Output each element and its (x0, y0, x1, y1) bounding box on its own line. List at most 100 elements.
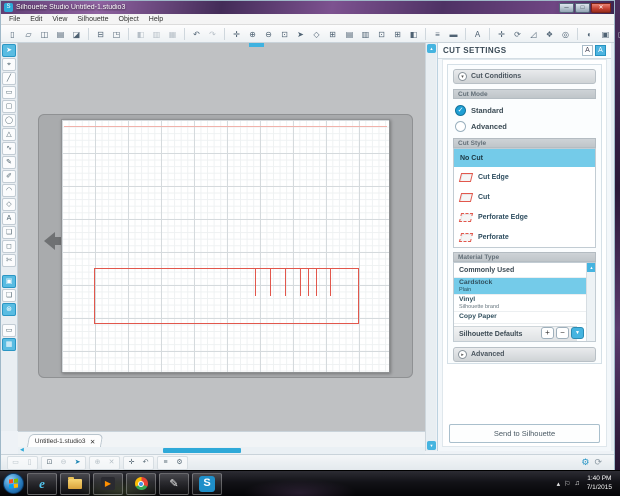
material-commonly-used[interactable]: Commonly Used (454, 263, 586, 278)
cut-mode-option-standard[interactable]: ✓ Standard (455, 102, 594, 118)
start-button[interactable] (3, 473, 24, 494)
radio-unchecked-icon[interactable] (455, 120, 466, 132)
store-view-button-icon[interactable]: ⊛ (2, 303, 16, 316)
text-style-icon[interactable]: A (470, 27, 485, 41)
undo-icon[interactable]: ↶ (189, 27, 204, 41)
save-icon[interactable]: ▤ (53, 27, 68, 41)
fill-style-icon[interactable]: ▬ (446, 27, 461, 41)
menu-file[interactable]: File (4, 16, 25, 23)
zoom-pointer-icon[interactable]: ➤ (71, 457, 84, 469)
menu-help[interactable]: Help (144, 16, 168, 23)
menu-view[interactable]: View (47, 16, 72, 23)
eraser-tool-icon[interactable]: ◻ (2, 240, 16, 253)
knife-tool-icon[interactable]: ✄ (2, 254, 16, 267)
taskbar-chrome[interactable] (126, 472, 156, 495)
taskbar-media-player[interactable]: ▶ (93, 472, 123, 495)
line-style-icon[interactable]: ≡ (430, 27, 445, 41)
print-icon[interactable]: ⊟ (93, 27, 108, 41)
design-page[interactable] (61, 119, 390, 373)
arc-tool-icon[interactable]: ◠ (2, 184, 16, 197)
material-scroll-up-icon[interactable]: ▲ (587, 263, 595, 272)
view-options-icon[interactable]: ⚙ (173, 457, 186, 469)
paste-in-front-icon[interactable]: ▦ (165, 27, 180, 41)
line-tool-icon[interactable]: ╱ (2, 72, 16, 85)
title-bar[interactable]: S Silhouette Studio Untitled-1.studio3 ─… (1, 1, 614, 14)
trace-icon[interactable]: ▣ (598, 27, 613, 41)
pan-icon[interactable]: ✛ (229, 27, 244, 41)
drawn-rectangle[interactable] (94, 268, 359, 324)
taskbar-internet-explorer[interactable]: e (27, 472, 57, 495)
select-tool-icon[interactable]: ➤ (2, 44, 16, 57)
rounded-rectangle-tool-icon[interactable]: ▢ (2, 100, 16, 113)
scroll-left-icon[interactable]: ◀ (20, 447, 24, 454)
fit-to-media-icon[interactable]: ▭ (9, 457, 22, 469)
material-vinyl[interactable]: Vinyl Silhouette brand (454, 295, 586, 313)
regular-polygon-tool-icon[interactable]: ◇ (2, 198, 16, 211)
replicate-icon[interactable]: ◎ (558, 27, 573, 41)
send-to-silhouette-button[interactable]: Send to Silhouette (449, 424, 600, 443)
radio-checked-icon[interactable]: ✓ (455, 104, 466, 116)
redo-icon[interactable]: ↷ (205, 27, 220, 41)
material-copy-paper[interactable]: Copy Paper (454, 312, 586, 324)
rectangle-tool-icon[interactable]: ▭ (2, 86, 16, 99)
scale-icon[interactable]: ◿ (526, 27, 541, 41)
pages-button-icon[interactable]: ▦ (2, 338, 16, 351)
open-document-icon[interactable]: ▱ (21, 27, 36, 41)
cut-mode-option-advanced[interactable]: Advanced (455, 118, 594, 134)
polygon-tool-icon[interactable]: △ (2, 128, 16, 141)
menu-object[interactable]: Object (114, 16, 144, 23)
taskbar-file-explorer[interactable] (60, 472, 90, 495)
line-quality-icon[interactable]: ≡ (159, 457, 172, 469)
design-view-button-icon[interactable]: ▣ (2, 275, 16, 288)
remove-material-button[interactable]: − (556, 327, 569, 339)
registration-marks-icon[interactable]: ⊡ (374, 27, 389, 41)
save-to-library-icon[interactable]: ◪ (69, 27, 84, 41)
tray-show-hidden-icons-icon[interactable]: ▴ (557, 480, 561, 488)
page-margins-icon[interactable]: ▥ (358, 27, 373, 41)
design-page-settings-icon[interactable]: ▤ (342, 27, 357, 41)
material-scroll-down-icon[interactable]: ▼ (571, 327, 584, 339)
scroll-up-icon[interactable]: ▲ (427, 44, 436, 53)
deselect-icon[interactable]: ◇ (309, 27, 324, 41)
advanced-section-header[interactable]: ▸ Advanced (453, 347, 596, 362)
scroll-down-icon[interactable]: ▼ (427, 441, 436, 450)
cut-style-perforate-edge[interactable]: Perforate Edge (454, 207, 595, 227)
cut-style-cut-edge[interactable]: Cut Edge (454, 167, 595, 187)
zoom-out-icon[interactable]: ⊖ (57, 457, 70, 469)
cut-style-cut[interactable]: Cut (454, 187, 595, 207)
zoom-in-icon[interactable]: ⊕ (91, 457, 104, 469)
menu-edit[interactable]: Edit (25, 16, 47, 23)
tab-close-icon[interactable]: ✕ (90, 438, 95, 446)
document-tab[interactable]: Untitled-1.studio3 ✕ (26, 434, 104, 448)
curve-tool-icon[interactable]: ∿ (2, 142, 16, 155)
zoom-out-icon[interactable]: ⊖ (261, 27, 276, 41)
cut-conditions-header[interactable]: ▾ Cut Conditions (453, 69, 596, 84)
fit-to-page-icon[interactable]: ⊞ (325, 27, 340, 41)
grid-settings-icon[interactable]: ⊞ (390, 27, 405, 41)
library-view-button-icon[interactable]: ❏ (2, 289, 16, 302)
offset-icon[interactable]: ▢ (614, 27, 620, 41)
preferences-gear-icon[interactable]: ⚙ (581, 457, 589, 468)
taskbar-silhouette-studio[interactable]: ✎ (159, 472, 189, 495)
add-material-button[interactable]: + (541, 327, 554, 339)
cut-style-no-cut[interactable]: No Cut (454, 149, 595, 167)
cut-style-perforate[interactable]: Perforate (454, 227, 595, 247)
minimize-button-icon[interactable]: ─ (559, 2, 574, 13)
object-align-icon[interactable]: ❖ (542, 27, 557, 41)
notes-tool-icon[interactable]: ❏ (2, 226, 16, 239)
drag-zoom-icon[interactable]: ⊡ (277, 27, 292, 41)
taskbar-silhouette-app[interactable]: S (192, 472, 222, 495)
ellipse-tool-icon[interactable]: ◯ (2, 114, 16, 127)
smooth-freehand-tool-icon[interactable]: ✐ (2, 170, 16, 183)
horizontal-scrollbar[interactable]: ◀ (18, 447, 425, 454)
paste-icon[interactable]: ▥ (149, 27, 164, 41)
horizontal-scroll-thumb[interactable] (163, 448, 241, 453)
drag-zoom-icon[interactable]: ⊡ (43, 457, 56, 469)
decrease-panel-button[interactable]: A (582, 45, 593, 56)
tray-volume-icon[interactable]: ♫ (574, 480, 579, 487)
sync-icon[interactable]: ⟳ (594, 457, 602, 468)
copy-icon[interactable]: ◧ (133, 27, 148, 41)
point-editing-tool-icon[interactable]: ⌖ (2, 58, 16, 71)
select-arrow-icon[interactable]: ➤ (293, 27, 308, 41)
move-icon[interactable]: ✛ (494, 27, 509, 41)
